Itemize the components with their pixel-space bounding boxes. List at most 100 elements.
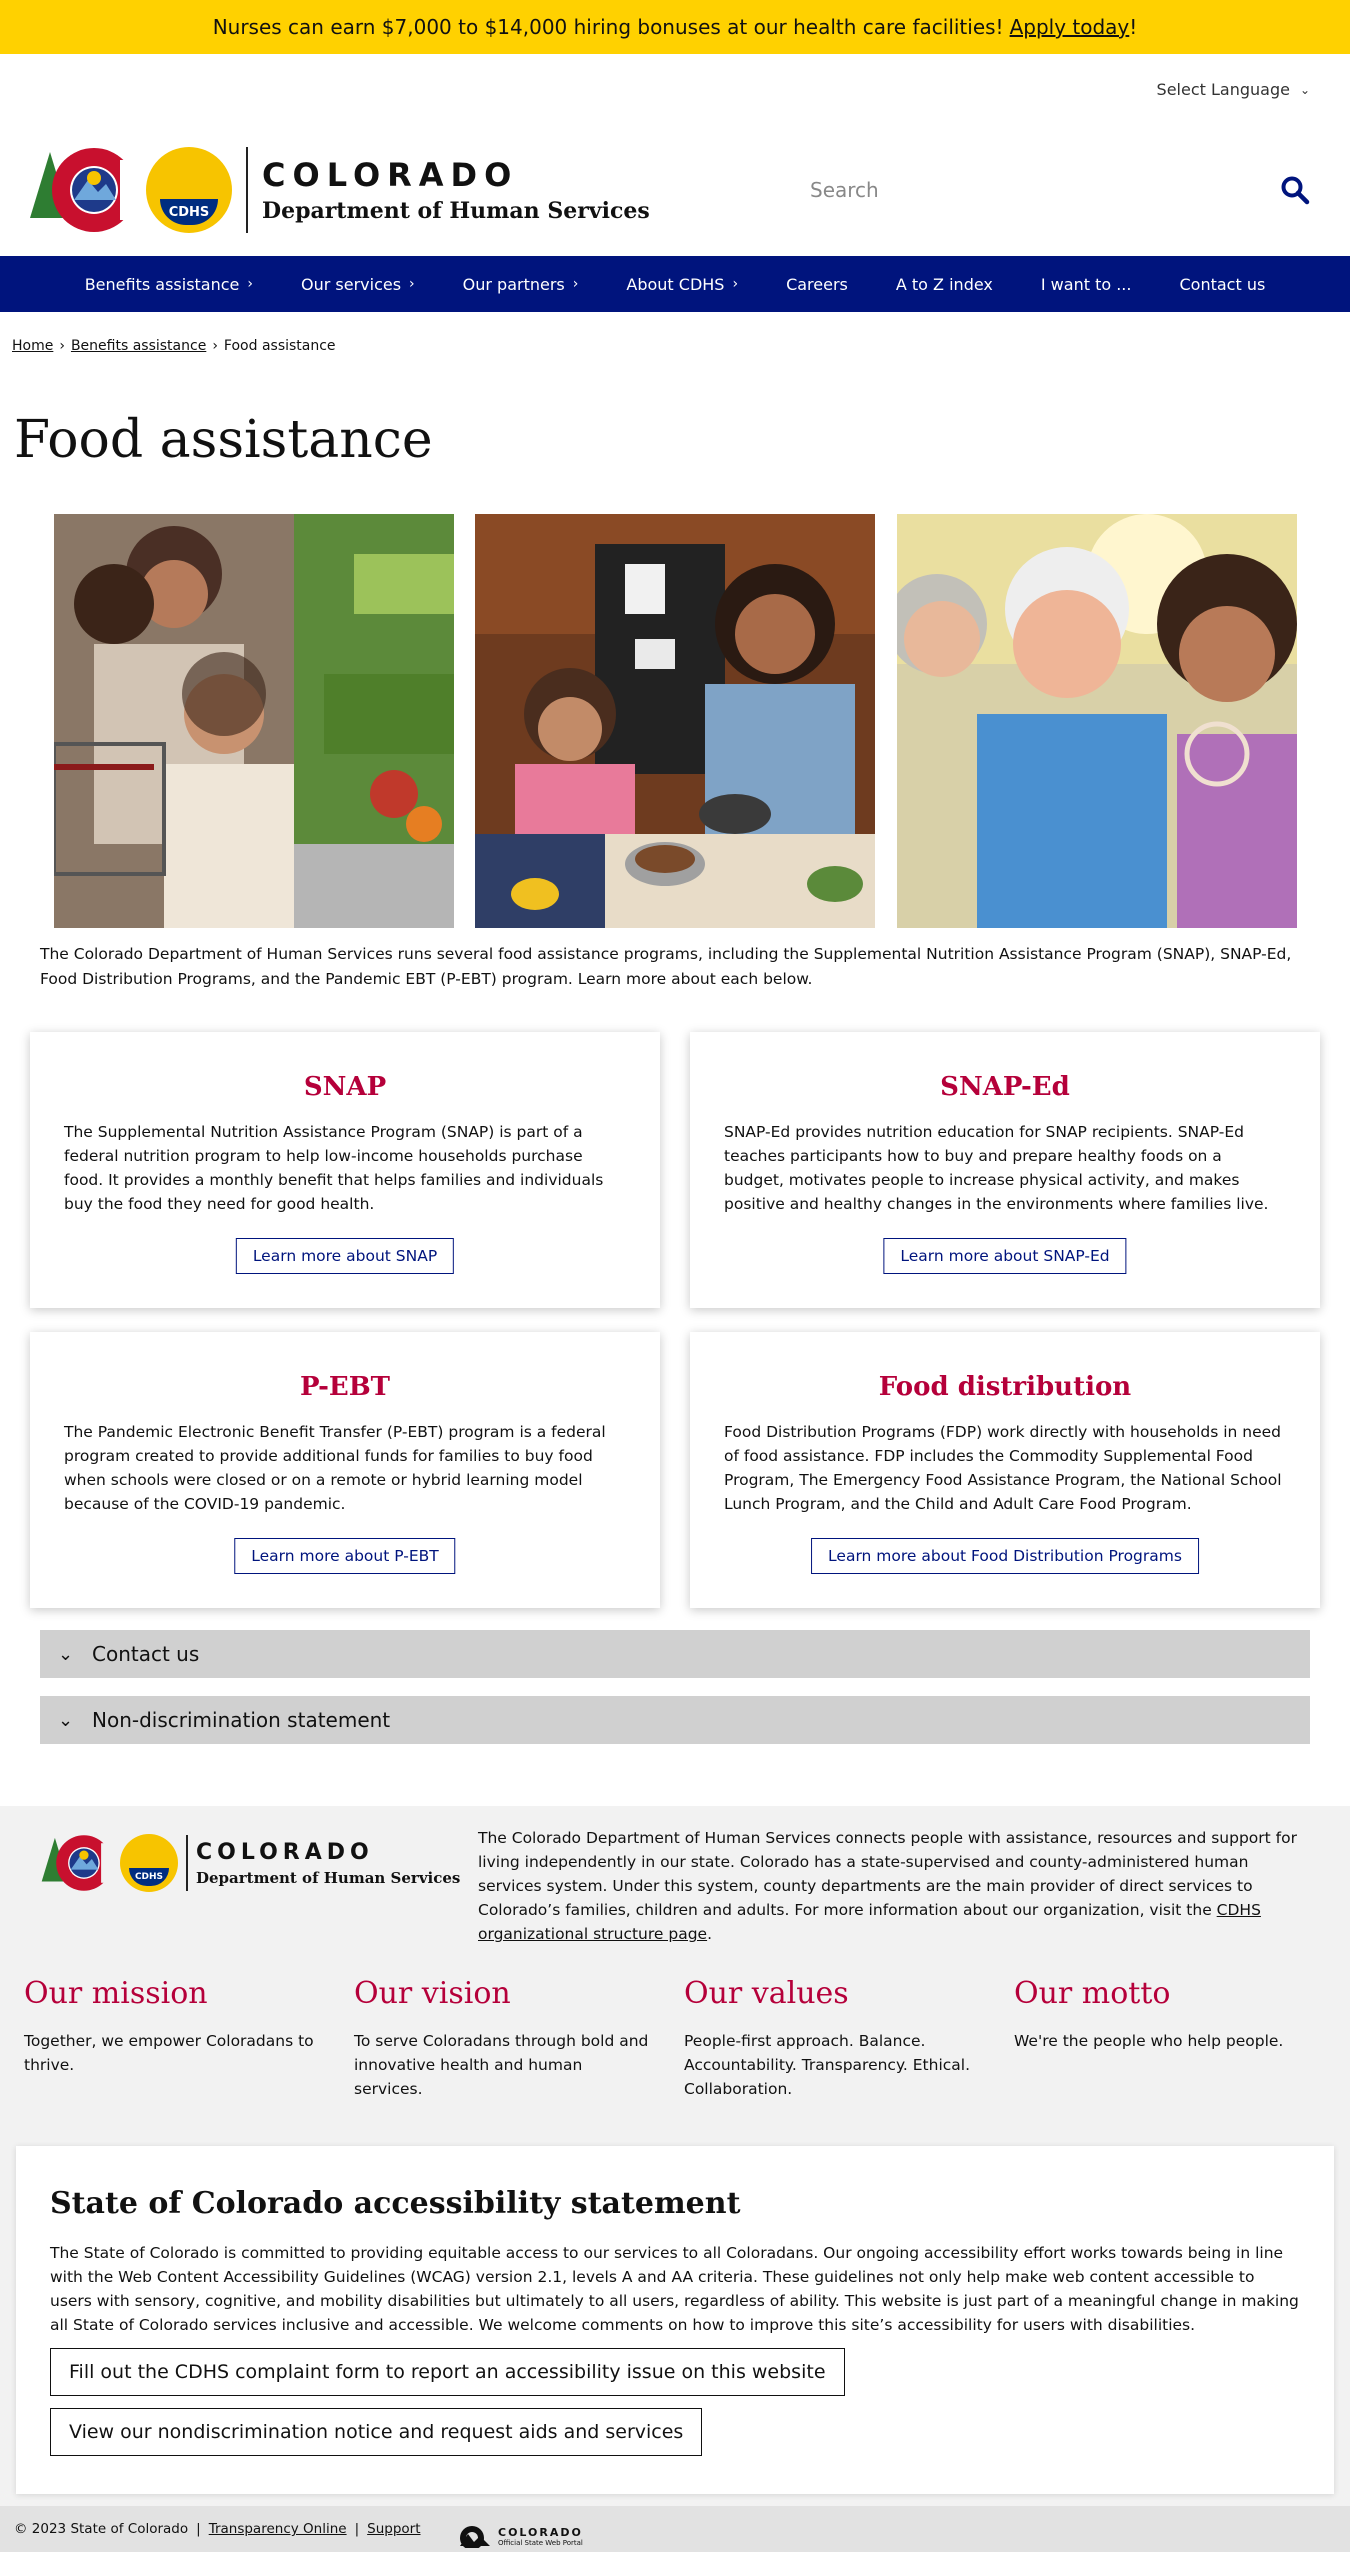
apply-today-link[interactable]: Apply today bbox=[1010, 15, 1130, 39]
chevron-right-icon: › bbox=[572, 276, 579, 292]
nav-label: A to Z index bbox=[895, 274, 993, 294]
values-text: People-first approach. Balance. Accounta… bbox=[684, 2032, 971, 2098]
nav-label: I want to ... bbox=[1040, 274, 1132, 294]
accessibility-body: The State of Colorado is committed to pr… bbox=[50, 2244, 1299, 2334]
language-select[interactable]: Select Language ⌄ bbox=[1157, 80, 1310, 99]
learn-more-food-distribution-button[interactable]: Learn more about Food Distribution Progr… bbox=[811, 1538, 1199, 1574]
logo-state: COLORADO bbox=[196, 1839, 374, 1865]
card-food-distribution: Food distribution Food Distribution Prog… bbox=[690, 1332, 1320, 1608]
mission-text: Together, we empower Coloradans to thriv… bbox=[24, 2032, 314, 2074]
logo-divider bbox=[186, 1835, 188, 1891]
vision-text: To serve Coloradans through bold and inn… bbox=[354, 2032, 649, 2098]
nav-item-contact-us[interactable]: Contact us bbox=[1155, 275, 1289, 294]
card-p-ebt: P-EBT The Pandemic Electronic Benefit Tr… bbox=[30, 1332, 660, 1608]
copyright: © 2023 State of Colorado bbox=[14, 2521, 189, 2537]
nondiscrimination-notice-button[interactable]: View our nondiscrimination notice and re… bbox=[50, 2408, 703, 2456]
values-block: Our values People-first approach. Balanc… bbox=[684, 1976, 984, 2101]
colorado-mountain-icon bbox=[460, 2526, 490, 2548]
card-snap: SNAP The Supplemental Nutrition Assistan… bbox=[30, 1032, 660, 1308]
footer-cdhs-logo[interactable]: CDHS COLORADO Department of Human Servic… bbox=[40, 1830, 460, 1896]
accessibility-title: State of Colorado accessibility statemen… bbox=[50, 2186, 741, 2221]
cdhs-badge-text: CDHS bbox=[160, 199, 218, 225]
accordion-label: Contact us bbox=[92, 1642, 200, 1666]
portal-name: COLORADO bbox=[498, 2525, 583, 2539]
card-body: The Pandemic Electronic Benefit Transfer… bbox=[64, 1423, 606, 1513]
breadcrumb-benefits-assistance[interactable]: Benefits assistance bbox=[71, 338, 206, 354]
logo-state: COLORADO bbox=[262, 156, 519, 194]
main-nav: Benefits assistance › Our services › Our p… bbox=[0, 256, 1350, 312]
vision-title: Our vision bbox=[354, 1976, 511, 2011]
chevron-right-icon: › bbox=[732, 276, 739, 292]
logo-department: Department of Human Services bbox=[196, 1868, 461, 1887]
nav-label: Benefits assistance bbox=[84, 274, 240, 294]
bottom-bar: © 2023 State of Colorado | Transparency … bbox=[0, 2506, 1350, 2552]
transparency-online-link[interactable]: Transparency Online bbox=[209, 2521, 347, 2537]
footer-about-body: The Colorado Department of Human Service… bbox=[478, 1829, 1297, 1919]
intro-text: The Colorado Department of Human Service… bbox=[40, 945, 1292, 988]
nav-label: About CDHS bbox=[626, 274, 725, 294]
cdhs-badge-text: CDHS bbox=[129, 1868, 169, 1886]
accordion-label: Non-discrimination statement bbox=[92, 1708, 391, 1732]
breadcrumb: Home › Benefits assistance › Food assist… bbox=[12, 338, 336, 354]
chevron-down-icon: ⌄ bbox=[58, 1709, 74, 1731]
chevron-down-icon: ⌄ bbox=[58, 1643, 74, 1665]
card-snap-ed: SNAP-Ed SNAP-Ed provides nutrition educa… bbox=[690, 1032, 1320, 1308]
breadcrumb-current: Food assistance bbox=[223, 338, 336, 354]
alert-end: ! bbox=[1129, 15, 1138, 39]
motto-title: Our motto bbox=[1014, 1976, 1171, 2011]
breadcrumb-separator: › bbox=[59, 338, 65, 354]
search-icon[interactable] bbox=[1280, 175, 1310, 205]
footer-about-end: . bbox=[707, 1925, 713, 1943]
nav-item-benefits-assistance[interactable]: Benefits assistance › bbox=[61, 275, 277, 294]
cdhs-badge-icon: CDHS bbox=[146, 147, 232, 233]
motto-block: Our motto We're the people who help peop… bbox=[1014, 1976, 1314, 2053]
chevron-down-icon: ⌄ bbox=[1299, 82, 1310, 97]
photo-mother-daughter-kitchen bbox=[475, 514, 875, 928]
cdhs-badge-icon: CDHS bbox=[120, 1834, 178, 1892]
mission-title: Our mission bbox=[24, 1976, 208, 2011]
nav-label: Contact us bbox=[1179, 274, 1266, 294]
photo-seniors-smiling bbox=[897, 514, 1297, 928]
values-title: Our values bbox=[684, 1976, 849, 2011]
logo-department: Department of Human Services bbox=[262, 198, 650, 224]
colorado-official-portal-logo[interactable]: COLORADO Official State Web Portal bbox=[458, 2524, 583, 2548]
breadcrumb-home[interactable]: Home bbox=[12, 338, 53, 354]
vision-block: Our vision To serve Coloradans through b… bbox=[354, 1976, 654, 2101]
breadcrumb-separator: › bbox=[212, 338, 218, 354]
card-body: The Supplemental Nutrition Assistance Pr… bbox=[64, 1123, 604, 1213]
learn-more-snap-ed-button[interactable]: Learn more about SNAP-Ed bbox=[883, 1238, 1127, 1274]
nav-item-careers[interactable]: Careers bbox=[762, 275, 872, 294]
logo-text: COLORADO Department of Human Services bbox=[262, 156, 650, 224]
motto-text: We're the people who help people. bbox=[1014, 2032, 1284, 2050]
card-title: Food distribution bbox=[878, 1372, 1132, 1402]
chevron-right-icon: › bbox=[409, 276, 415, 292]
card-body: SNAP-Ed provides nutrition education for… bbox=[724, 1123, 1269, 1213]
logo-text: COLORADO Department of Human Services bbox=[196, 1840, 460, 1887]
nav-item-a-to-z-index[interactable]: A to Z index bbox=[872, 275, 1017, 294]
separator: | bbox=[354, 2521, 360, 2537]
nav-item-about-cdhs[interactable]: About CDHS › bbox=[602, 275, 762, 294]
nav-label: Careers bbox=[786, 274, 848, 294]
accordion-contact-us[interactable]: ⌄ Contact us bbox=[40, 1630, 1310, 1678]
footer-about-text: The Colorado Department of Human Service… bbox=[478, 1826, 1298, 1946]
card-body: Food Distribution Programs (FDP) work di… bbox=[724, 1423, 1282, 1513]
learn-more-snap-button[interactable]: Learn more about SNAP bbox=[235, 1238, 455, 1274]
page-title: Food assistance bbox=[14, 410, 433, 470]
alert-banner: Nurses can earn $7,000 to $14,000 hiring… bbox=[0, 0, 1350, 54]
site-header: CDHS COLORADO Department of Human Servic… bbox=[0, 128, 1350, 256]
cdhs-logo[interactable]: CDHS COLORADO Department of Human Servic… bbox=[30, 140, 650, 240]
card-title: SNAP bbox=[303, 1072, 387, 1102]
search-input[interactable]: Search bbox=[810, 178, 1280, 202]
language-label: Select Language bbox=[1156, 80, 1290, 99]
learn-more-p-ebt-button[interactable]: Learn more about P-EBT bbox=[234, 1538, 456, 1574]
nav-item-our-services[interactable]: Our services › bbox=[277, 275, 439, 294]
nav-item-i-want-to[interactable]: I want to ... bbox=[1017, 275, 1156, 294]
logo-divider bbox=[246, 147, 248, 233]
nav-item-our-partners[interactable]: Our partners › bbox=[439, 275, 603, 294]
support-link[interactable]: Support bbox=[367, 2521, 420, 2537]
accordion-non-discrimination[interactable]: ⌄ Non-discrimination statement bbox=[40, 1696, 1310, 1744]
nav-label: Our partners bbox=[462, 274, 565, 294]
colorado-c-logo-icon bbox=[40, 1830, 116, 1896]
complaint-form-button[interactable]: Fill out the CDHS complaint form to repo… bbox=[50, 2348, 845, 2396]
card-title: SNAP-Ed bbox=[940, 1072, 1070, 1102]
